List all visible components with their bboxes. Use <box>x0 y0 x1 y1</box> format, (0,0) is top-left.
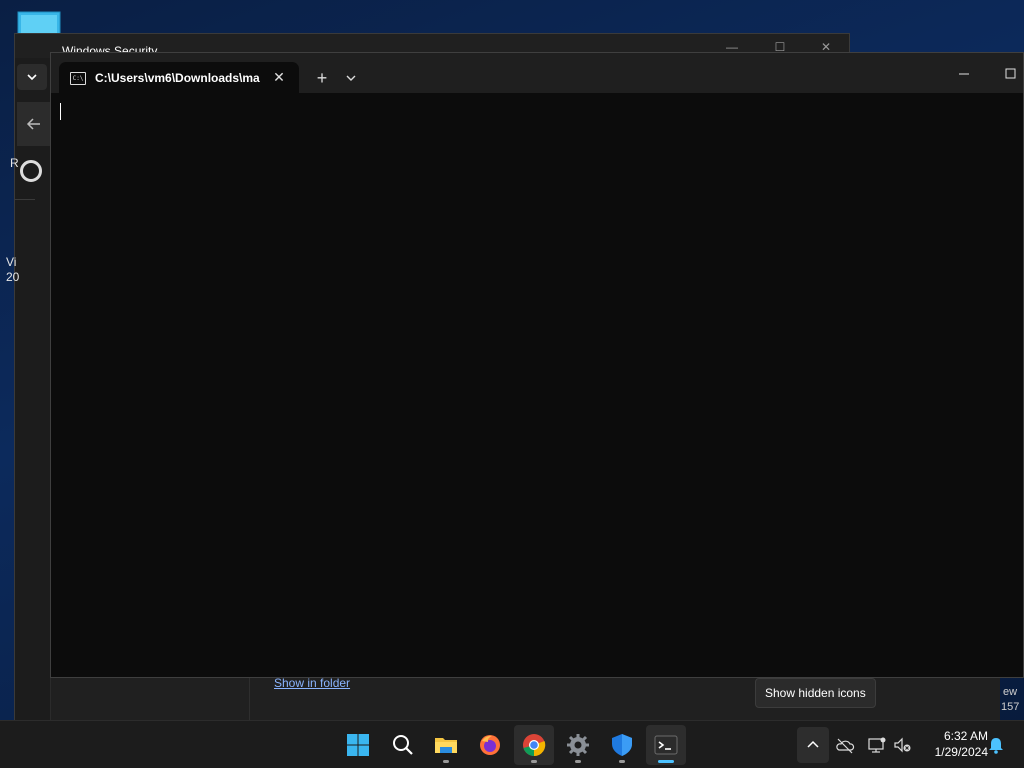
folder-icon <box>435 738 457 753</box>
chrome-button[interactable] <box>514 725 554 765</box>
terminal-window: C:\ C:\Users\vm6\Downloads\ma ✕ + <box>50 52 1024 678</box>
terminal-content[interactable] <box>51 93 1023 677</box>
clock-time: 6:32 AM <box>943 729 988 743</box>
search-icon <box>393 735 413 755</box>
terminal-icon <box>654 735 678 755</box>
ws-text-fragment-20: 20 <box>6 270 20 284</box>
new-tab-button[interactable]: + <box>311 67 333 89</box>
chevron-down-icon <box>27 74 37 81</box>
firefox-button[interactable] <box>470 725 510 765</box>
terminal-titlebar: C:\ C:\Users\vm6\Downloads\ma ✕ + <box>51 53 1023 93</box>
text-cursor <box>60 103 61 120</box>
terminal-minimize-button[interactable] <box>949 65 979 83</box>
show-hidden-icons-tooltip: Show hidden icons <box>755 678 876 708</box>
running-indicator <box>443 760 449 763</box>
ws-text-fragment-157: 157 <box>1001 701 1020 713</box>
back-arrow-icon <box>26 118 40 130</box>
ws-divider <box>14 199 35 200</box>
chevron-up-icon <box>807 740 819 748</box>
terminal-button[interactable] <box>646 725 686 765</box>
minimize-icon <box>959 73 969 75</box>
running-indicator <box>619 760 625 763</box>
ws-nav-pane <box>15 58 51 720</box>
show-hidden-icons-button[interactable] <box>797 727 829 763</box>
chrome-icon <box>523 734 546 757</box>
ws-text-fragment-ew: ew <box>1003 686 1018 698</box>
terminal-tab[interactable]: C:\ C:\Users\vm6\Downloads\ma ✕ <box>59 62 299 93</box>
shield-icon <box>612 734 632 756</box>
settings-button[interactable] <box>558 725 598 765</box>
maximize-icon <box>1005 68 1016 79</box>
ws-back-button[interactable] <box>17 102 50 146</box>
defender-circle-icon <box>20 160 42 182</box>
volume-muted-icon[interactable] <box>893 735 913 755</box>
windows-logo-icon <box>347 734 369 756</box>
firefox-icon <box>480 735 500 755</box>
ws-menu-button[interactable] <box>17 64 47 90</box>
terminal-tab-title: C:\Users\vm6\Downloads\ma <box>95 71 260 85</box>
ws-text-fragment-vi: Vi <box>6 255 17 269</box>
close-tab-button[interactable]: ✕ <box>269 67 289 87</box>
clock-date: 1/29/2024 <box>934 745 988 759</box>
command-prompt-icon: C:\ <box>70 72 86 85</box>
ws-bottom-panel <box>249 678 1000 720</box>
clock[interactable]: 6:32 AM 1/29/2024 <box>920 728 988 760</box>
running-indicator <box>531 760 537 763</box>
show-in-folder-link[interactable]: Show in folder <box>274 676 350 690</box>
network-icon[interactable] <box>867 735 887 755</box>
windows-security-button[interactable] <box>602 725 642 765</box>
taskbar: 6:32 AM 1/29/2024 <box>0 720 1024 768</box>
search-button[interactable] <box>383 725 423 765</box>
active-indicator <box>658 760 674 763</box>
notification-bell-icon[interactable] <box>986 735 1006 755</box>
ws-text-fragment-r: R <box>10 156 19 170</box>
chevron-down-icon <box>346 75 356 81</box>
tab-dropdown-button[interactable] <box>340 67 362 89</box>
onedrive-icon[interactable] <box>835 735 855 755</box>
gear-icon <box>567 734 589 756</box>
running-indicator <box>575 760 581 763</box>
start-button[interactable] <box>338 725 378 765</box>
file-explorer-button[interactable] <box>426 725 466 765</box>
terminal-maximize-button[interactable] <box>997 65 1021 83</box>
